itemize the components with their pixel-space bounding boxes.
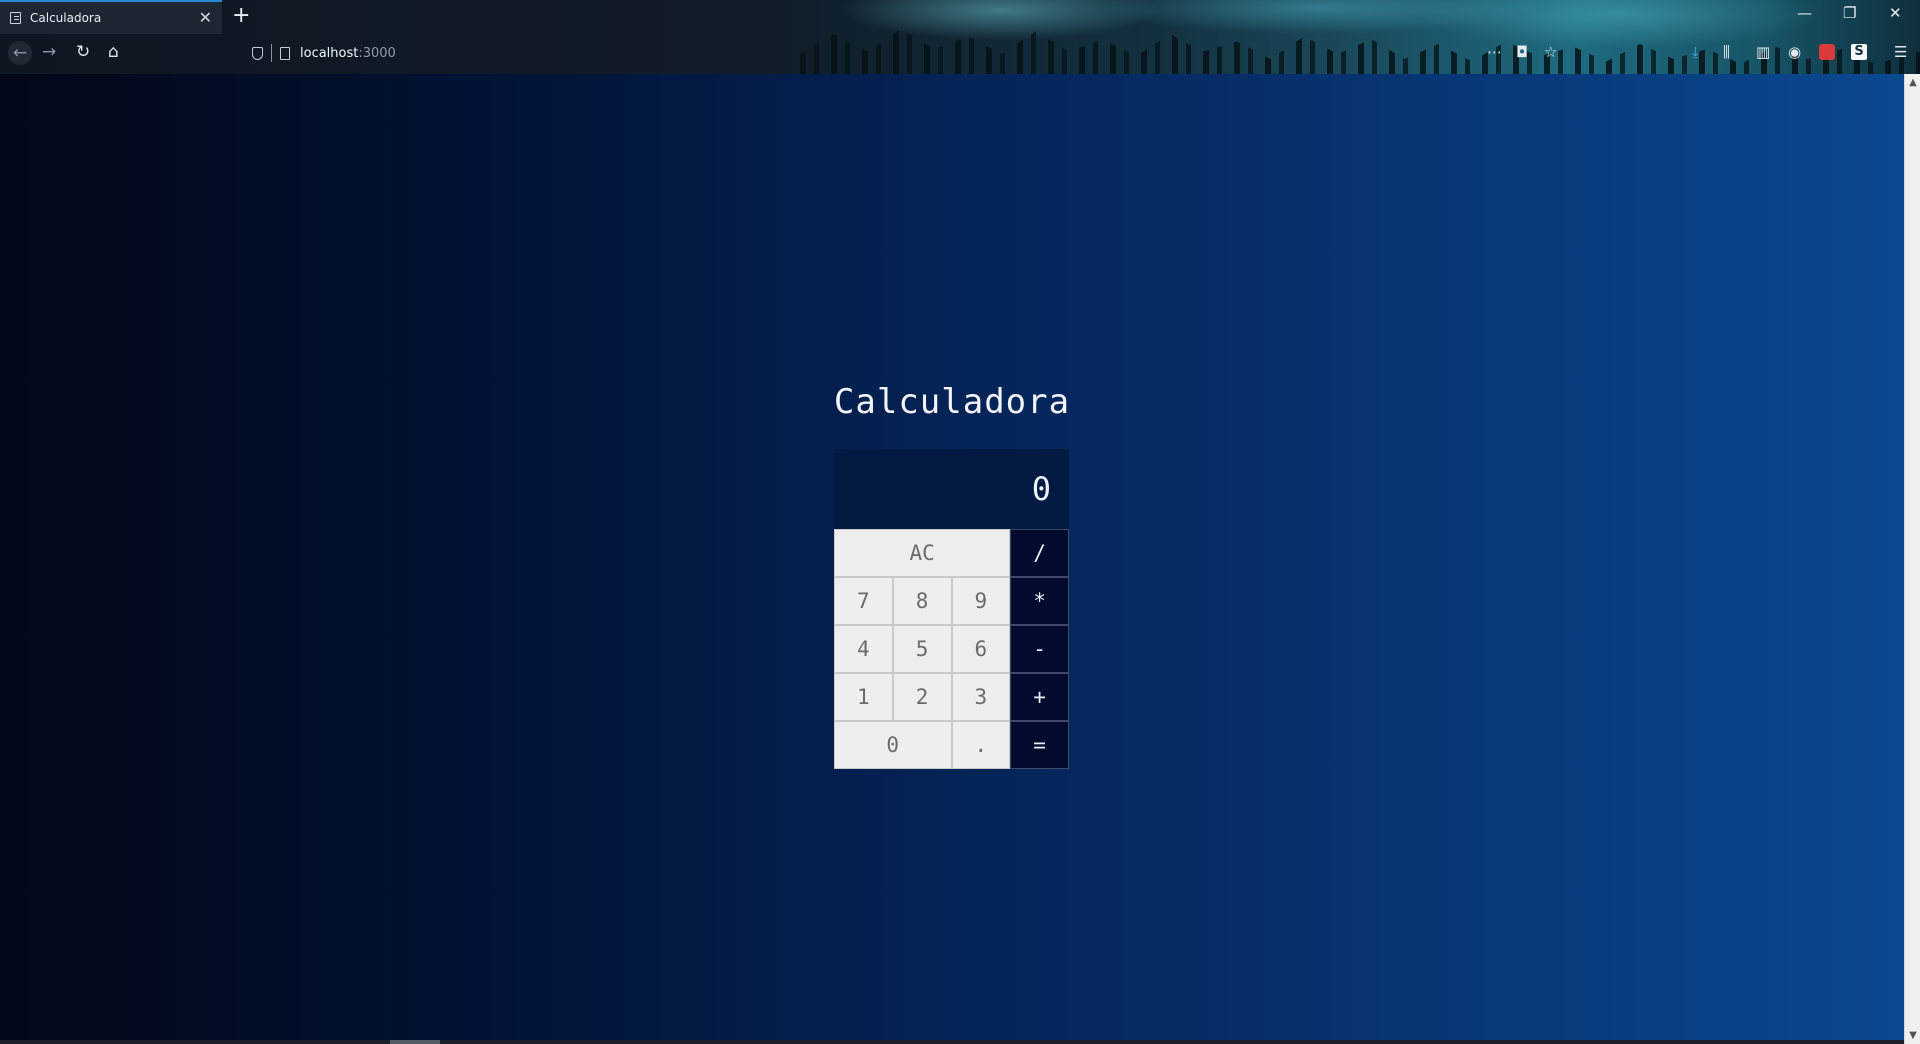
digit-2-button[interactable]: 2 — [892, 673, 952, 721]
menu-icon[interactable]: ☰ — [1894, 43, 1907, 61]
more-actions-icon[interactable]: ⋯ — [1487, 43, 1502, 61]
bookmark-star-icon[interactable]: ☆ — [1544, 43, 1557, 61]
page-info-icon[interactable] — [280, 46, 290, 60]
page-title: Calculadora — [833, 382, 1071, 422]
minimize-button[interactable]: — — [1797, 4, 1812, 22]
downloads-icon[interactable]: ⤓ — [1692, 43, 1699, 61]
digit-8-button[interactable]: 8 — [892, 577, 952, 625]
clear-button[interactable]: AC — [834, 529, 1011, 577]
decimal-button[interactable]: . — [951, 721, 1011, 769]
add-button[interactable]: + — [1010, 673, 1069, 721]
back-icon[interactable]: ← — [8, 41, 32, 65]
extension-icon[interactable] — [1819, 44, 1835, 60]
subtract-button[interactable]: - — [1010, 625, 1069, 673]
digit-5-button[interactable]: 5 — [892, 625, 952, 673]
tab-title: Calculadora — [30, 11, 102, 25]
url-port: :3000 — [358, 45, 396, 61]
s-extension-icon[interactable]: S — [1851, 44, 1867, 60]
digit-9-button[interactable]: 9 — [951, 577, 1011, 625]
sidebar-icon[interactable]: ▥ — [1756, 43, 1770, 61]
reload-icon[interactable]: ↻ — [76, 42, 90, 62]
divide-button[interactable]: / — [1010, 529, 1069, 577]
address-separator — [271, 44, 272, 62]
horizontal-scrollbar-thumb[interactable] — [390, 1040, 440, 1044]
scroll-up-icon[interactable]: ▲ — [1905, 77, 1920, 88]
library-icon[interactable]: ⫼ — [1723, 43, 1730, 61]
new-tab-button[interactable]: + — [232, 4, 250, 28]
page-favicon-icon — [10, 12, 21, 24]
restore-button[interactable]: ❐ — [1843, 4, 1856, 22]
horizontal-scrollbar[interactable] — [0, 1040, 1904, 1044]
scroll-down-icon[interactable]: ▼ — [1905, 1030, 1920, 1041]
tracking-shield-icon[interactable] — [252, 46, 263, 60]
pocket-icon[interactable]: ◘ — [1516, 43, 1528, 61]
calculator: 0 AC / 7 8 9 * 4 5 6 - 1 2 3 + 0 . = — [834, 449, 1069, 769]
digit-1-button[interactable]: 1 — [834, 673, 893, 721]
digit-7-button[interactable]: 7 — [834, 577, 893, 625]
digit-4-button[interactable]: 4 — [834, 625, 893, 673]
multiply-button[interactable]: * — [1010, 577, 1069, 625]
tab-close-icon[interactable]: ✕ — [199, 10, 212, 26]
account-icon[interactable]: ◉ — [1788, 43, 1801, 61]
display-value: 0 — [1031, 470, 1051, 508]
forward-icon[interactable]: → — [42, 42, 56, 62]
tab-calculadora[interactable]: Calculadora ✕ — [0, 0, 222, 34]
vertical-scrollbar[interactable]: ▲ ▼ — [1904, 74, 1920, 1044]
address-bar[interactable]: localhost :3000 — [252, 41, 396, 65]
calculator-keypad: AC / 7 8 9 * 4 5 6 - 1 2 3 + 0 . = — [834, 529, 1069, 769]
home-icon[interactable]: ⌂ — [108, 42, 119, 62]
close-window-button[interactable]: ✕ — [1889, 4, 1902, 22]
equals-button[interactable]: = — [1010, 721, 1069, 769]
digit-0-button[interactable]: 0 — [834, 721, 952, 769]
digit-3-button[interactable]: 3 — [951, 673, 1011, 721]
url-host: localhost — [300, 45, 359, 61]
browser-chrome: Calculadora ✕ + — ❐ ✕ ← → ↻ ⌂ localhost … — [0, 0, 1920, 74]
digit-6-button[interactable]: 6 — [951, 625, 1011, 673]
calculator-display: 0 — [834, 449, 1069, 529]
